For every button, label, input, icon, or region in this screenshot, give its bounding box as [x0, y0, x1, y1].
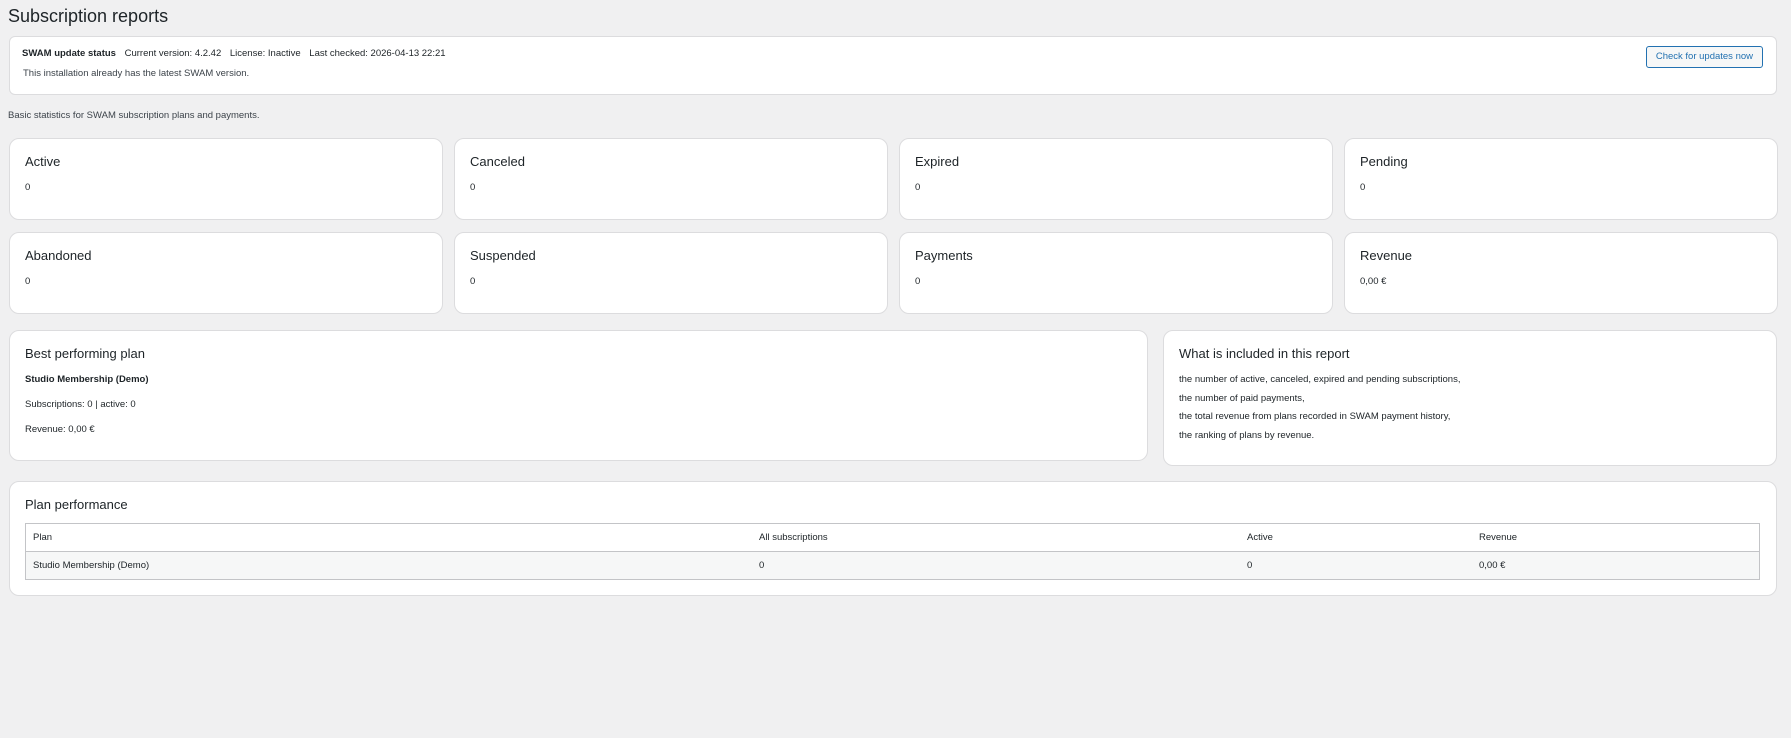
- stat-label: Suspended: [470, 248, 536, 263]
- best-plan-name: Studio Membership (Demo): [25, 374, 149, 385]
- update-status-line: SWAM update status Current version: 4.2.…: [22, 48, 446, 59]
- stat-card-active: Active 0: [9, 138, 443, 220]
- best-plan-subscriptions: Subscriptions: 0 | active: 0: [25, 399, 136, 410]
- stat-value: 0: [25, 276, 31, 287]
- stat-card-expired: Expired 0: [899, 138, 1333, 220]
- column-header-active: Active: [1240, 523, 1472, 552]
- update-message: This installation already has the latest…: [23, 68, 250, 79]
- list-item: the number of paid payments,: [1179, 392, 1305, 404]
- stat-card-abandoned: Abandoned 0: [9, 232, 443, 314]
- stat-label: Abandoned: [25, 248, 92, 263]
- column-header-plan: Plan: [25, 523, 752, 552]
- best-plan-title: Best performing plan: [25, 346, 145, 361]
- stat-card-payments: Payments 0: [899, 232, 1333, 314]
- report-info-title: What is included in this report: [1179, 346, 1350, 361]
- last-checked: Last checked: 2026-04-13 22:21: [309, 48, 446, 59]
- table-row: Studio Membership (Demo) 0 0 0,00 €: [25, 551, 1760, 580]
- cell-plan: Studio Membership (Demo): [25, 551, 752, 580]
- cell-revenue: 0,00 €: [1472, 551, 1760, 580]
- stat-card-canceled: Canceled 0: [454, 138, 888, 220]
- stat-label: Expired: [915, 154, 960, 169]
- list-item: the total revenue from plans recorded in…: [1179, 411, 1451, 422]
- plan-performance-table: Plan All subscriptions Active Revenue St…: [25, 523, 1760, 580]
- stat-value: 0: [470, 276, 476, 287]
- best-plan-card: Best performing plan Studio Membership (…: [9, 330, 1148, 461]
- list-item: the number of active, canceled, expired …: [1179, 374, 1461, 385]
- plan-performance-title: Plan performance: [25, 497, 128, 512]
- stat-label: Pending: [1360, 154, 1408, 169]
- stat-value: 0: [915, 276, 921, 287]
- stat-label: Revenue: [1360, 248, 1413, 263]
- stat-card-revenue: Revenue 0,00 €: [1344, 232, 1778, 314]
- table-header-row: Plan All subscriptions Active Revenue: [25, 523, 1760, 552]
- stat-label: Canceled: [470, 154, 525, 169]
- column-header-all-subscriptions: All subscriptions: [752, 523, 1240, 552]
- stat-value: 0: [470, 182, 476, 193]
- plan-performance-card: Plan performance Plan All subscriptions …: [9, 481, 1777, 596]
- page-title: Subscription reports: [8, 6, 169, 26]
- stat-value: 0,00 €: [1360, 276, 1387, 287]
- update-status-box: SWAM update status Current version: 4.2.…: [9, 36, 1777, 95]
- stat-label: Active: [25, 154, 61, 169]
- stat-value: 0: [1360, 182, 1366, 193]
- stat-card-suspended: Suspended 0: [454, 232, 888, 314]
- best-plan-revenue: Revenue: 0,00 €: [25, 424, 95, 435]
- update-status-label: SWAM update status: [22, 48, 116, 59]
- page: Subscription reports SWAM update status …: [0, 0, 1791, 738]
- license-status: License: Inactive: [229, 48, 301, 59]
- stat-label: Payments: [915, 248, 973, 263]
- stat-value: 0: [915, 182, 921, 193]
- stat-card-pending: Pending 0: [1344, 138, 1778, 220]
- current-version: Current version: 4.2.42: [124, 48, 222, 59]
- intro-text: Basic statistics for SWAM subscription p…: [8, 110, 260, 121]
- cell-active: 0: [1240, 551, 1472, 580]
- check-updates-button[interactable]: Check for updates now: [1645, 46, 1763, 68]
- cell-all-subscriptions: 0: [752, 551, 1240, 580]
- stat-value: 0: [25, 182, 31, 193]
- report-info-list: the number of active, canceled, expired …: [1179, 373, 1460, 447]
- column-header-revenue: Revenue: [1472, 523, 1760, 552]
- list-item: the ranking of plans by revenue.: [1179, 429, 1315, 441]
- report-info-card: What is included in this report the numb…: [1163, 330, 1777, 466]
